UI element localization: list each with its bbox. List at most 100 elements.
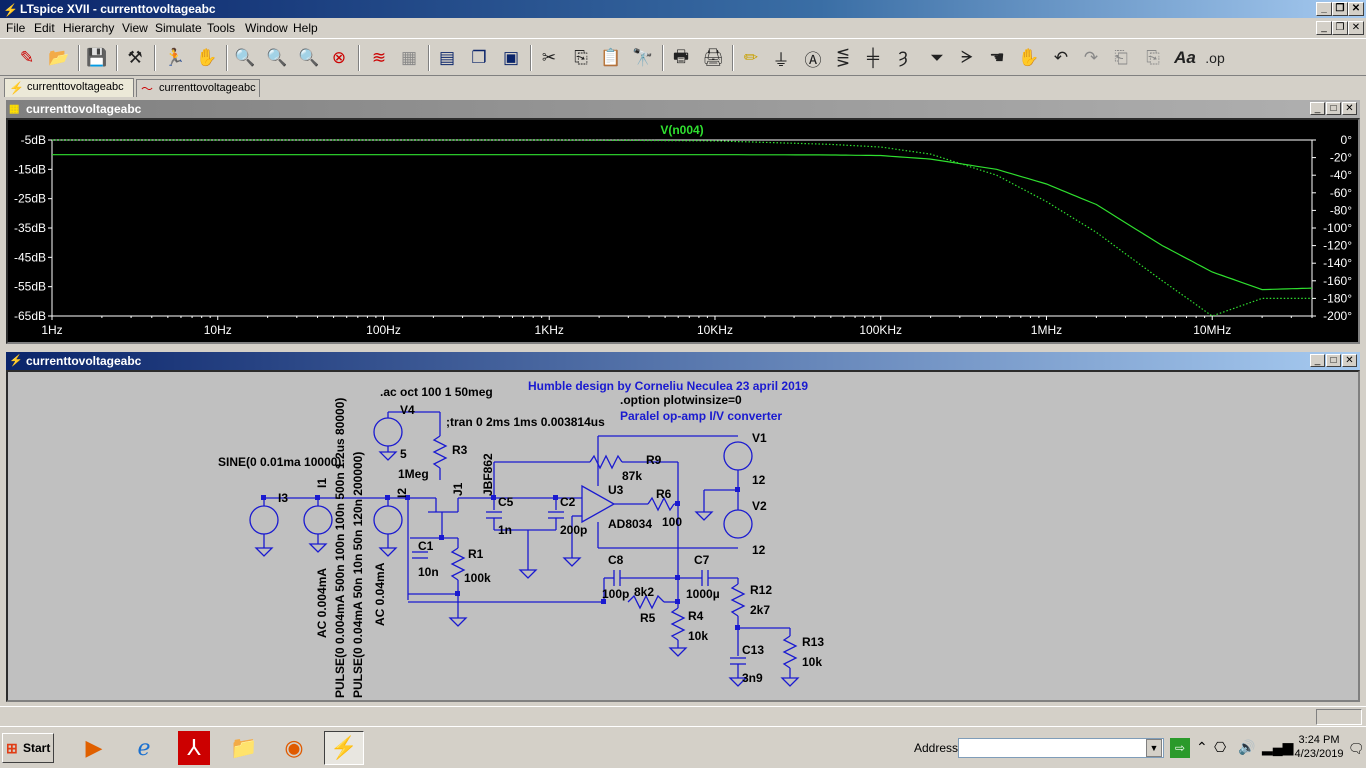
j1-model: JBF862 bbox=[481, 453, 495, 496]
schematic-window-title-bar[interactable]: ⚡ currenttovoltageabc _ □ ✕ bbox=[6, 352, 1360, 370]
redo-icon[interactable]: ↷ bbox=[1078, 45, 1104, 71]
y-right-tick-label: -40° bbox=[1330, 168, 1352, 182]
menu-bar: File Edit Hierarchy View Simulate Tools … bbox=[0, 18, 1366, 38]
option-directive[interactable]: .option plotwinsize=0 bbox=[620, 393, 742, 407]
firefox-icon[interactable]: ◉ bbox=[274, 731, 314, 765]
zoom-in-icon[interactable]: 🔍 bbox=[232, 45, 258, 71]
schematic-close-button[interactable]: ✕ bbox=[1342, 354, 1357, 367]
menu-help[interactable]: Help bbox=[293, 21, 318, 35]
cut-icon[interactable]: ✂ bbox=[536, 45, 562, 71]
notification-icon[interactable]: 🗨 bbox=[1348, 741, 1365, 757]
current-source-i3[interactable] bbox=[249, 505, 279, 535]
media-player-icon[interactable]: ▶ bbox=[74, 731, 114, 765]
file-explorer-icon[interactable]: 📁 bbox=[224, 731, 264, 765]
restore-button[interactable]: ❐ bbox=[1332, 2, 1348, 16]
ac-directive[interactable]: .ac oct 100 1 50meg bbox=[380, 385, 493, 399]
print-setup-icon[interactable]: 🖨 bbox=[700, 45, 726, 71]
autorange-icon[interactable]: ≋ bbox=[366, 45, 392, 71]
address-dropdown-button[interactable]: ▼ bbox=[1146, 739, 1162, 757]
paste-icon[interactable]: 📋 bbox=[598, 45, 624, 71]
schematic-maximize-button[interactable]: □ bbox=[1326, 354, 1341, 367]
inductor-icon[interactable]: Ȝ bbox=[890, 45, 916, 71]
go-button[interactable]: ⇨ bbox=[1170, 738, 1190, 758]
acrobat-icon[interactable]: ⅄ bbox=[178, 731, 210, 765]
close-all-icon[interactable]: ▣ bbox=[498, 45, 524, 71]
current-source-i1[interactable] bbox=[303, 505, 333, 535]
tran-directive[interactable]: ;tran 0 2ms 1ms 0.003814us bbox=[446, 415, 605, 429]
ltspice-icon[interactable]: ⚡ bbox=[324, 731, 364, 765]
ground-icon[interactable]: ⏚ bbox=[768, 45, 794, 71]
save-icon[interactable]: 💾 bbox=[84, 45, 110, 71]
control-panel-icon[interactable]: ⚒ bbox=[122, 45, 148, 71]
circuit-diagram[interactable]: .ac oct 100 1 50meg ;tran 0 2ms 1ms 0.00… bbox=[8, 372, 1358, 700]
waveform-plot[interactable]: V(n004) -5dB -15dB -25dB -35dB -45dB -55dB -65d… bbox=[6, 118, 1360, 344]
voltage-source-v1[interactable] bbox=[723, 441, 753, 471]
zoom-pan-icon[interactable]: 🔍 bbox=[264, 45, 290, 71]
diode-icon[interactable]: ⏷ bbox=[924, 45, 950, 71]
menu-view[interactable]: View bbox=[122, 21, 148, 35]
undo-icon[interactable]: ↶ bbox=[1048, 45, 1074, 71]
cascade-icon[interactable]: ❐ bbox=[466, 45, 492, 71]
spice-directive-icon[interactable]: .op bbox=[1202, 45, 1228, 71]
tab-waveform[interactable]: 〜 currenttovoltageabc bbox=[136, 79, 260, 97]
print-icon[interactable]: 🖶 bbox=[668, 45, 694, 71]
menu-hierarchy[interactable]: Hierarchy bbox=[63, 21, 114, 35]
menu-edit[interactable]: Edit bbox=[34, 21, 55, 35]
close-button[interactable]: ✕ bbox=[1348, 2, 1364, 16]
rotate-icon[interactable]: ⎗ bbox=[1108, 45, 1134, 71]
menu-window[interactable]: Window bbox=[245, 21, 288, 35]
move-icon[interactable]: ☚ bbox=[984, 45, 1010, 71]
draw-wire-icon[interactable]: ✏ bbox=[738, 45, 764, 71]
mdi-minimize-button[interactable]: _ bbox=[1316, 21, 1332, 35]
capacitor-icon[interactable]: ╪ bbox=[860, 45, 886, 71]
window-title-bar[interactable]: ⚡ LTspice XVII - currenttovoltageabc _ ❐… bbox=[0, 0, 1366, 18]
label-net-icon[interactable]: Ⓐ bbox=[800, 45, 826, 71]
zoom-out-icon[interactable]: 🔍 bbox=[296, 45, 322, 71]
new-schematic-icon[interactable]: ✎ bbox=[14, 45, 40, 71]
mirror-icon[interactable]: ⎘ bbox=[1140, 45, 1166, 71]
i2-function: PULSE(0 0.04mA 50n 10n 50n 120n 200000) bbox=[351, 452, 365, 698]
grid-icon[interactable]: ▦ bbox=[396, 45, 422, 71]
plot-window-title-bar[interactable]: ▦ currenttovoltageabc _ □ ✕ bbox=[6, 100, 1360, 118]
resistor-r13[interactable] bbox=[782, 635, 798, 669]
bode-chart[interactable]: V(n004) -5dB -15dB -25dB -35dB -45dB -55dB -65d… bbox=[8, 120, 1358, 342]
tab-schematic[interactable]: ⚡ currenttovoltageabc bbox=[4, 78, 134, 97]
plot-close-button[interactable]: ✕ bbox=[1342, 102, 1357, 115]
current-source-i2[interactable] bbox=[373, 505, 403, 535]
schematic-minimize-button[interactable]: _ bbox=[1310, 354, 1325, 367]
clock[interactable]: 3:24 PM 4/23/2019 bbox=[1284, 733, 1354, 761]
mdi-restore-button[interactable]: ❐ bbox=[1332, 21, 1348, 35]
menu-file[interactable]: File bbox=[6, 21, 25, 35]
open-icon[interactable]: 📂 bbox=[46, 45, 72, 71]
resistor-r1[interactable] bbox=[450, 547, 466, 581]
show-hidden-icons-icon[interactable]: ⌃ bbox=[1196, 739, 1208, 756]
menu-tools[interactable]: Tools bbox=[207, 21, 235, 35]
schematic-canvas[interactable]: .ac oct 100 1 50meg ;tran 0 2ms 1ms 0.00… bbox=[6, 370, 1360, 702]
voltage-source-v2[interactable] bbox=[723, 509, 753, 539]
zoom-fit-icon[interactable]: ⊗ bbox=[326, 45, 352, 71]
start-button[interactable]: ⊞ Start bbox=[2, 733, 54, 763]
network-icon[interactable]: ⎔ bbox=[1214, 739, 1226, 756]
resistor-r12[interactable] bbox=[730, 583, 746, 617]
resistor-r9[interactable] bbox=[589, 454, 623, 470]
minimize-button[interactable]: _ bbox=[1316, 2, 1332, 16]
internet-explorer-icon[interactable]: ℯ bbox=[124, 731, 164, 765]
resistor-r4[interactable] bbox=[670, 607, 686, 641]
mdi-close-button[interactable]: ✕ bbox=[1348, 21, 1364, 35]
volume-icon[interactable]: 🔊 bbox=[1238, 739, 1255, 756]
find-icon[interactable]: 🔭 bbox=[630, 45, 656, 71]
drag-icon[interactable]: ✋ bbox=[1016, 45, 1042, 71]
text-icon[interactable]: Aa bbox=[1172, 45, 1198, 71]
halt-icon[interactable]: ✋ bbox=[194, 45, 220, 71]
menu-simulate[interactable]: Simulate bbox=[155, 21, 202, 35]
resistor-icon[interactable]: ⋚ bbox=[830, 45, 856, 71]
voltage-source-v4[interactable] bbox=[373, 417, 403, 447]
resistor-r3[interactable] bbox=[432, 435, 448, 469]
plot-minimize-button[interactable]: _ bbox=[1310, 102, 1325, 115]
tile-icon[interactable]: ▤ bbox=[434, 45, 460, 71]
address-input[interactable] bbox=[958, 738, 1164, 758]
plot-maximize-button[interactable]: □ bbox=[1326, 102, 1341, 115]
copy-icon[interactable]: ⎘ bbox=[568, 45, 594, 71]
component-icon[interactable]: ᗒ bbox=[954, 45, 980, 71]
run-icon[interactable]: 🏃 bbox=[162, 45, 188, 71]
